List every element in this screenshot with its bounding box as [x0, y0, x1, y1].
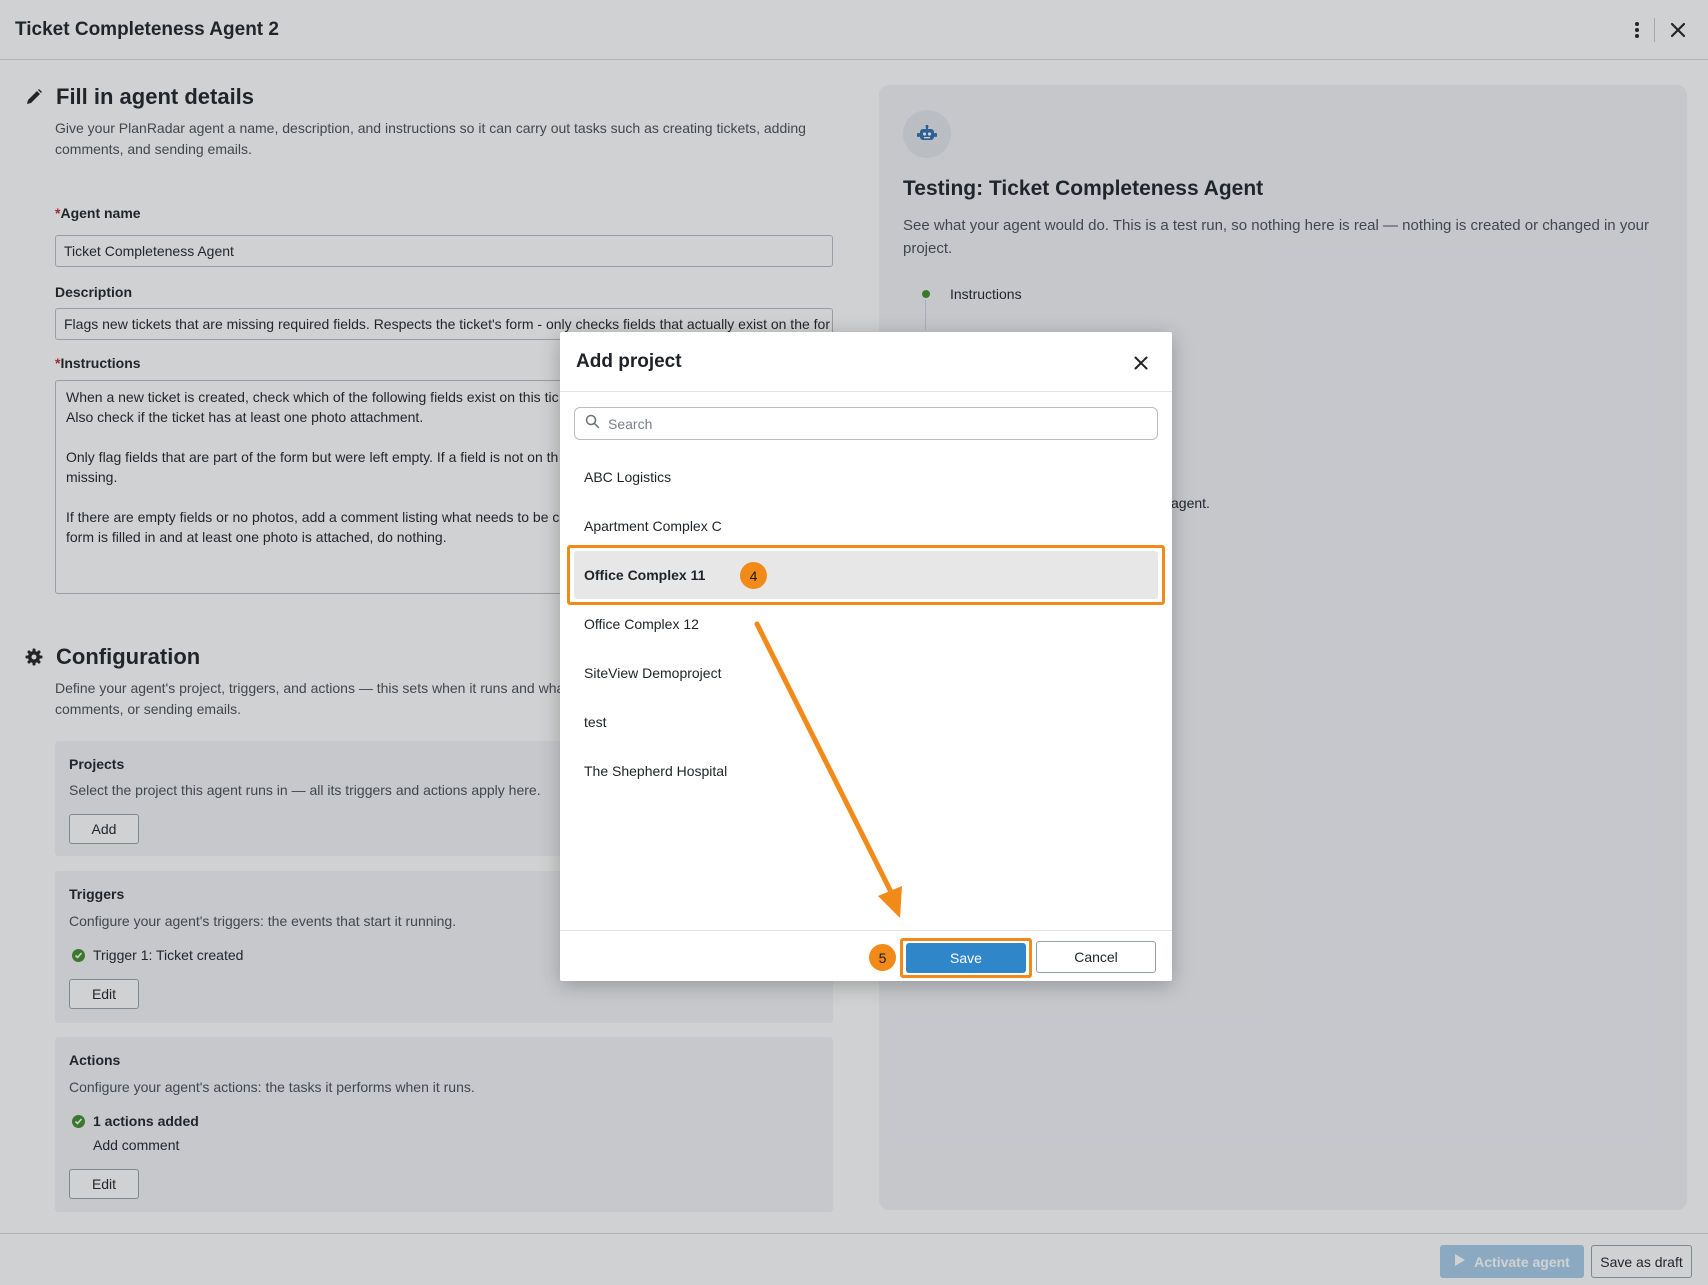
add-project-dialog: Add project ABC Logistics Apartment Comp…	[560, 332, 1172, 981]
save-button[interactable]: Save	[906, 943, 1026, 973]
selection-highlight-annotation	[567, 545, 1165, 605]
search-icon	[585, 414, 600, 434]
project-option[interactable]: ABC Logistics	[574, 453, 1158, 501]
project-search-field[interactable]	[574, 407, 1158, 440]
step-5-badge: 5	[869, 944, 896, 971]
dialog-footer-divider	[560, 930, 1172, 931]
project-option[interactable]: SiteView Demoproject	[574, 649, 1158, 697]
project-option[interactable]: Apartment Complex C	[574, 502, 1158, 550]
cancel-button[interactable]: Cancel	[1036, 941, 1156, 973]
project-option[interactable]: test	[574, 698, 1158, 746]
project-search-input[interactable]	[608, 415, 1128, 432]
dialog-close-icon[interactable]	[1128, 350, 1154, 376]
project-option[interactable]: Office Complex 12	[574, 600, 1158, 648]
dialog-title: Add project	[576, 351, 682, 372]
dialog-divider	[560, 391, 1172, 392]
step-4-badge: 4	[740, 562, 767, 589]
project-option[interactable]: The Shepherd Hospital	[574, 747, 1158, 795]
